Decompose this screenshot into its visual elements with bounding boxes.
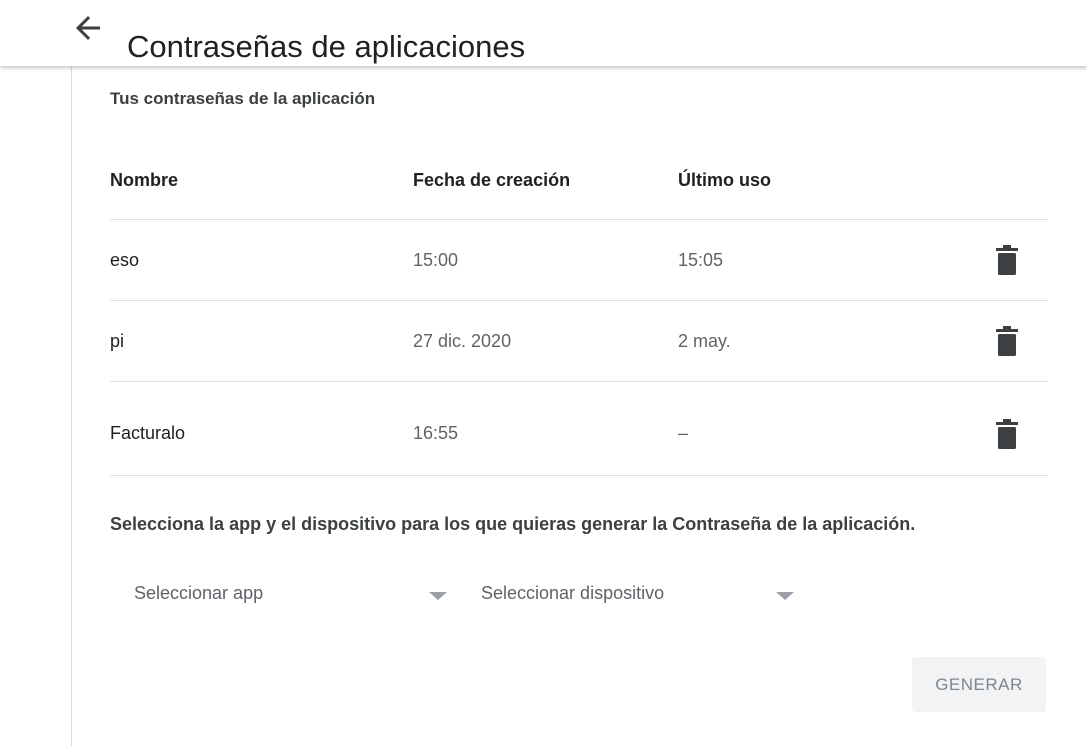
password-name: Facturalo (110, 423, 186, 443)
column-header-name: Nombre (110, 170, 179, 190)
password-created: 27 dic. 2020 (413, 331, 512, 351)
password-created: 16:55 (413, 423, 459, 443)
password-created: 15:00 (413, 250, 459, 270)
page-title: Contraseñas de aplicaciones (127, 28, 526, 64)
select-device-label: Seleccionar dispositivo (481, 583, 665, 603)
delete-password-button[interactable] (996, 419, 1018, 449)
password-name: pi (110, 331, 125, 351)
top-app-bar: Contraseñas de aplicaciones (0, 0, 1087, 66)
table-divider (110, 475, 1048, 476)
arrow-back-icon (76, 16, 100, 40)
trash-icon (996, 419, 1018, 449)
section-heading: Tus contraseñas de la aplicación (110, 89, 376, 108)
column-header-created: Fecha de creación (413, 170, 571, 190)
select-app-dropdown[interactable]: Seleccionar app (110, 576, 456, 612)
column-header-last-used: Último uso (678, 170, 771, 190)
dropdown-arrow-icon (776, 592, 794, 600)
select-device-dropdown[interactable]: Seleccionar dispositivo (481, 576, 801, 612)
select-app-label: Seleccionar app (134, 583, 264, 603)
back-button[interactable] (70, 10, 106, 46)
app-passwords-card: Tus contraseñas de la aplicación Nombre … (71, 66, 1087, 746)
trash-icon (996, 326, 1018, 356)
password-last-used: 2 may. (678, 331, 731, 351)
table-row: eso 15:00 15:05 (110, 219, 1048, 301)
password-name: eso (110, 250, 140, 270)
delete-password-button[interactable] (996, 326, 1018, 356)
generator-instructions: Selecciona la app y el dispositivo para … (110, 514, 916, 534)
generate-button[interactable]: GENERAR (912, 657, 1046, 712)
table-row: pi 27 dic. 2020 2 may. (110, 300, 1048, 382)
password-last-used: 15:05 (678, 250, 724, 270)
dropdown-arrow-icon (429, 592, 447, 600)
delete-password-button[interactable] (996, 245, 1018, 275)
table-row: Facturalo 16:55 – (110, 381, 1048, 476)
trash-icon (996, 245, 1018, 275)
password-last-used: – (678, 423, 689, 443)
